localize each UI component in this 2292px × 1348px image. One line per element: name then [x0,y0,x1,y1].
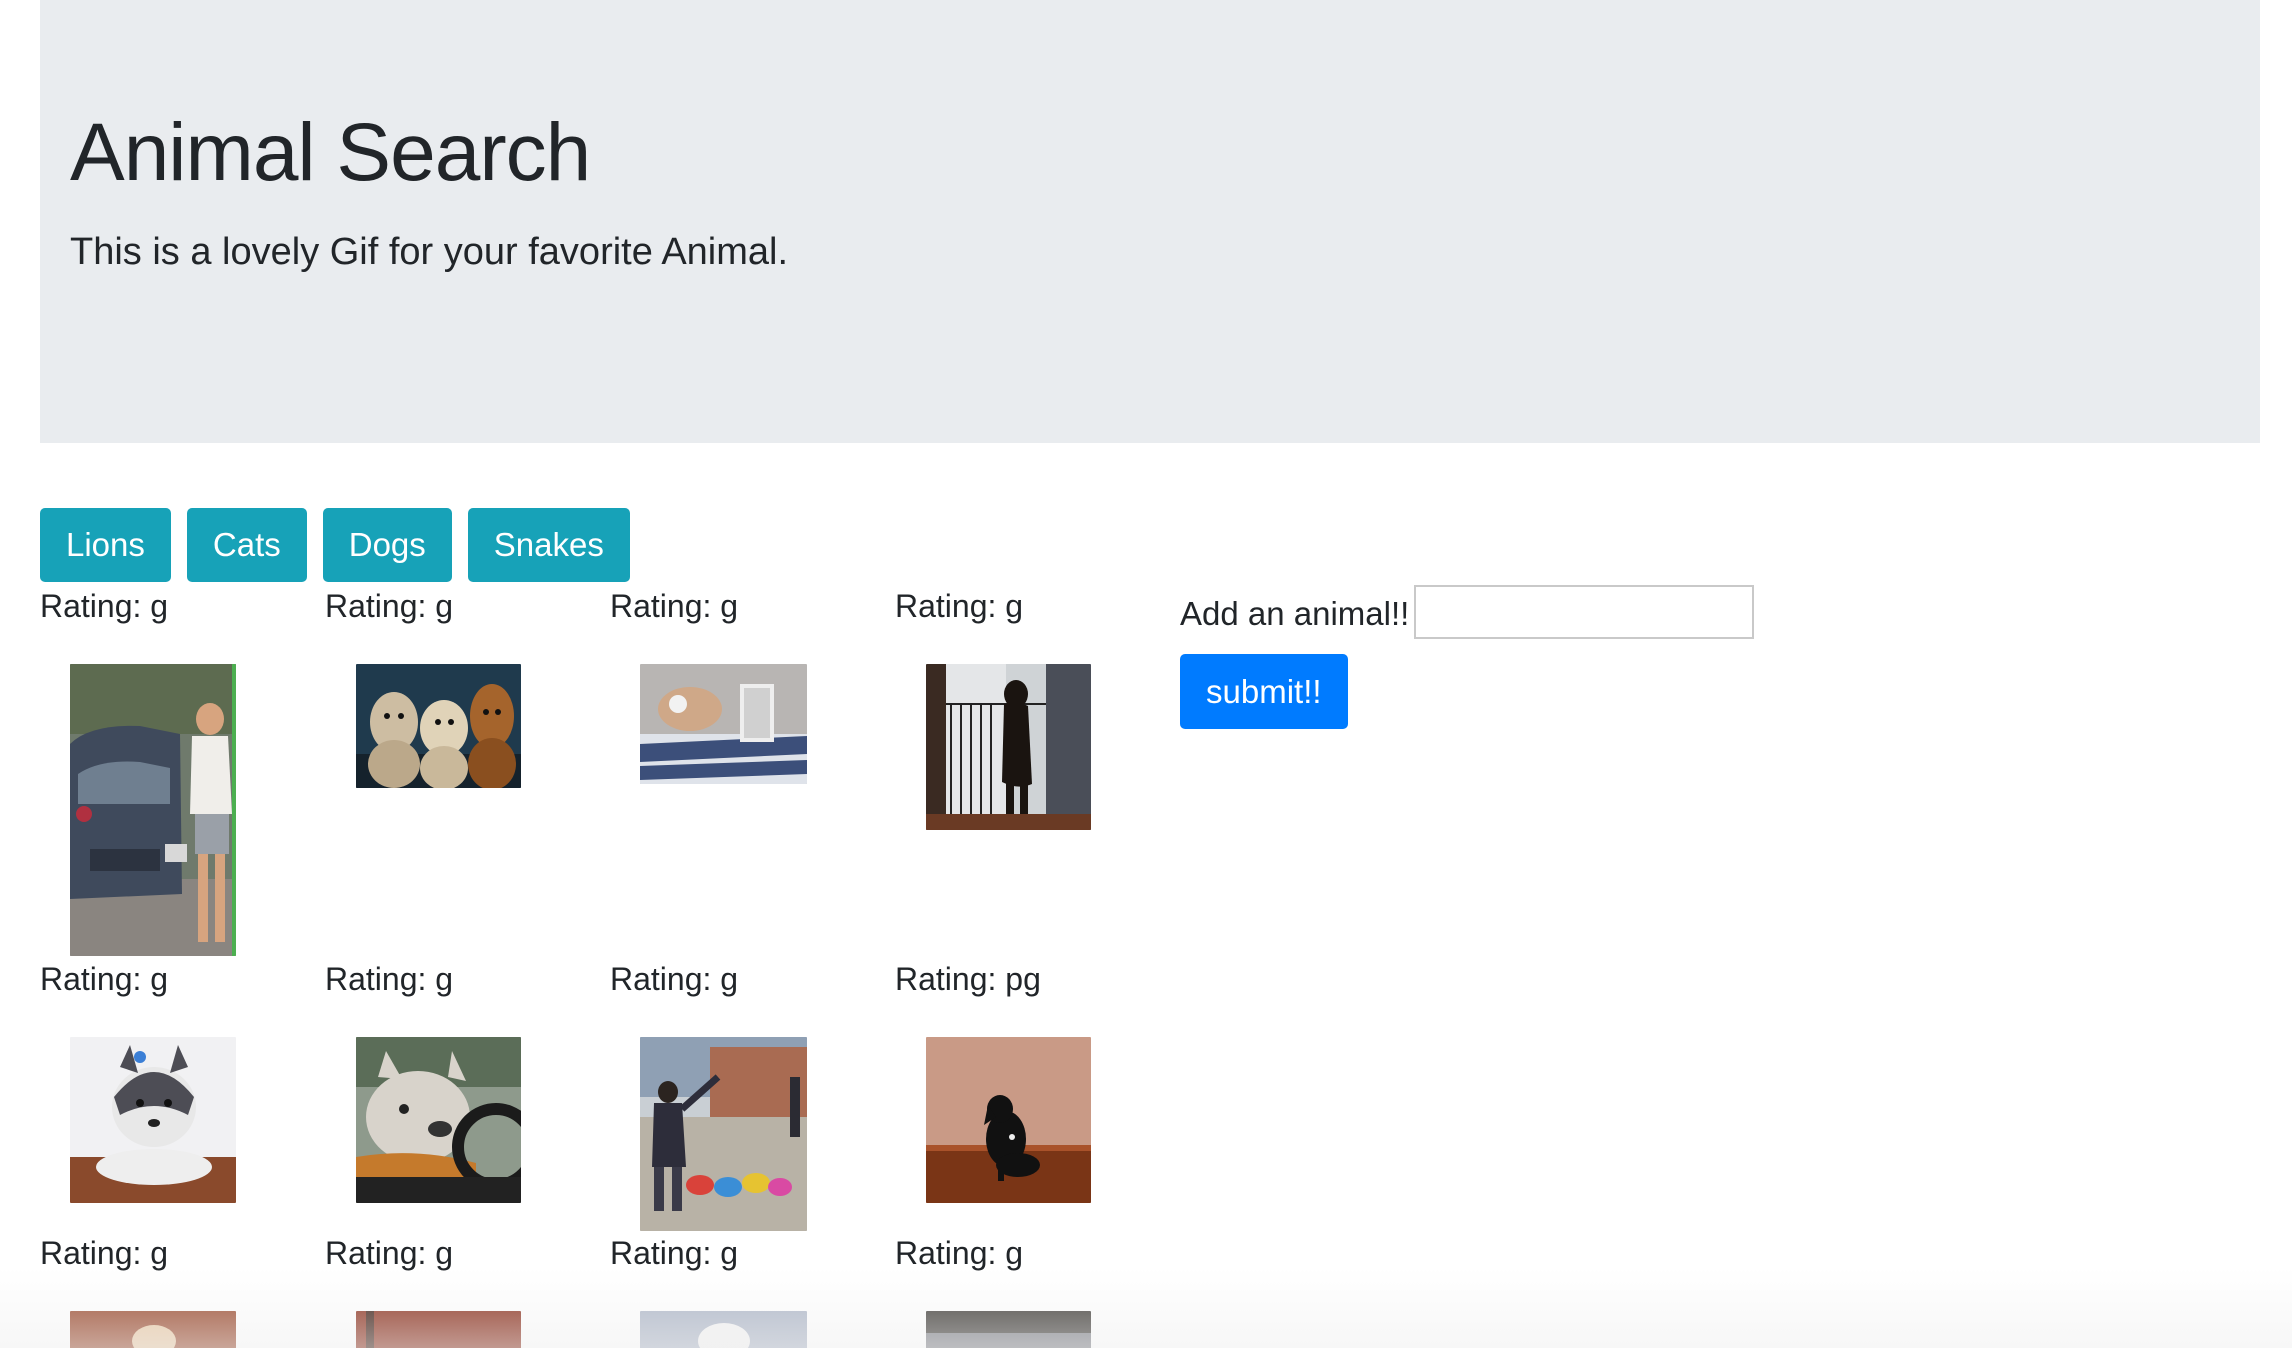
gif-image-dog-balcony[interactable] [926,664,1091,830]
add-animal-input[interactable] [1414,585,1754,639]
gif-image-three-dogs[interactable] [356,664,521,788]
gif-image-dog-3-2[interactable] [356,1311,521,1348]
gif-rating: Rating: g [325,588,454,624]
gif-image-dog-bed[interactable] [640,664,807,784]
bottom-fade-overlay [0,1268,2292,1348]
animal-button-lions[interactable]: Lions [40,508,171,582]
gif-image-dog-3-4[interactable] [926,1311,1091,1348]
add-animal-form: Add an animal!! submit!! [1180,585,1780,735]
gif-rating: Rating: g [40,961,169,997]
animal-button-snakes[interactable]: Snakes [467,508,630,582]
gif-rating: Rating: g [325,961,454,997]
animal-button-dogs[interactable]: Dogs [322,508,452,582]
gif-rating: Rating: g [610,961,739,997]
gif-image-woman-car[interactable] [70,664,236,956]
page-title: Animal Search [70,107,591,198]
gif-rating: Rating: g [40,1235,169,1271]
submit-button[interactable]: submit!! [1180,654,1348,729]
jumbotron-header: Animal Search This is a lovely Gif for y… [40,0,2260,443]
animal-button-cats[interactable]: Cats [186,508,307,582]
gif-image-dog-3-3[interactable] [640,1311,807,1348]
gif-rating: Rating: g [610,1235,739,1271]
animal-button-row: Lions Cats Dogs Snakes [40,508,630,582]
gif-rating: Rating: g [895,1235,1024,1271]
gif-image-husky-puppy[interactable] [70,1037,236,1203]
gif-image-dog-3-1[interactable] [70,1311,236,1348]
gif-rating: Rating: g [610,588,739,624]
gif-rating: Rating: pg [895,961,1041,997]
gif-rating: Rating: g [325,1235,454,1271]
gif-rating: Rating: g [895,588,1024,624]
gif-image-puppies-costumes[interactable] [640,1037,807,1231]
gif-image-black-dog-sitting[interactable] [926,1037,1091,1203]
gif-rating: Rating: g [40,588,169,624]
add-animal-label: Add an animal!! [1180,595,1410,632]
gif-image-bulldog-driving[interactable] [356,1037,521,1203]
page: Animal Search This is a lovely Gif for y… [0,0,2292,1348]
page-lead: This is a lovely Gif for your favorite A… [70,231,789,273]
